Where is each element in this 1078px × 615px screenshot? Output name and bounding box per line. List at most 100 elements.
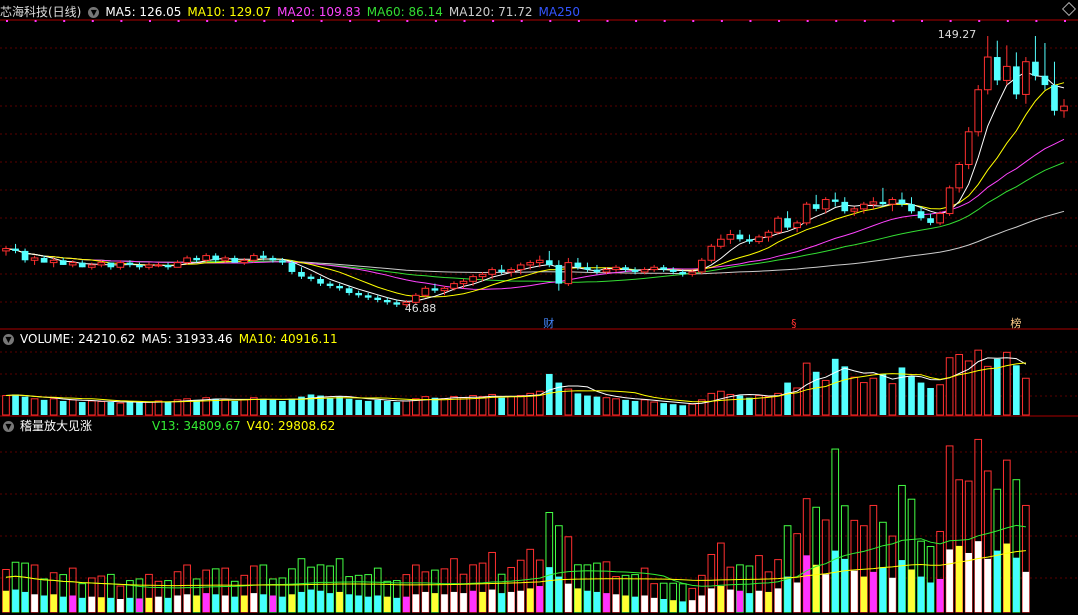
volume-bar — [249, 397, 258, 416]
candle-body — [669, 269, 677, 272]
indicator-bar — [746, 593, 753, 612]
candle-body — [898, 199, 906, 205]
candle-body — [717, 238, 725, 247]
volume-bar — [402, 400, 411, 416]
indicator-bar — [50, 594, 57, 612]
indicator-bar — [59, 596, 67, 612]
event-marker: 榜 — [1010, 316, 1021, 330]
indicator-bar — [574, 588, 582, 612]
candle-body — [298, 271, 305, 277]
indicator-bar — [164, 597, 172, 612]
candle-body — [888, 199, 897, 205]
volume-bar — [393, 402, 401, 415]
candle-body — [488, 269, 496, 275]
indicator-bar — [507, 591, 515, 612]
indicator-bar — [870, 571, 877, 612]
candle-body — [183, 257, 191, 264]
volume-bar — [888, 383, 897, 416]
indicator-bar — [12, 589, 19, 612]
volume-bar — [231, 400, 239, 415]
indicator-bar — [221, 595, 229, 612]
indicator-bar — [784, 576, 791, 612]
ma60-label: MA60: 86.14 — [366, 5, 443, 19]
volume-bar — [288, 398, 296, 415]
signal-dot — [749, 20, 752, 22]
candle-body — [622, 267, 629, 270]
indicator-bar — [803, 555, 810, 612]
volume-bar — [831, 358, 839, 415]
volume-bar — [688, 403, 697, 416]
candle-body — [154, 264, 163, 267]
indicator-bar — [412, 594, 420, 612]
indicator-bar — [136, 598, 143, 612]
indicator-bar — [193, 595, 200, 612]
candle-body — [879, 201, 887, 205]
indicator-bar — [717, 586, 725, 612]
indicator-bar — [993, 550, 1001, 612]
candle-body — [774, 217, 782, 233]
candle-body — [526, 262, 535, 266]
candle-body — [364, 295, 372, 298]
volume-bar — [622, 399, 629, 415]
signal-dot — [1035, 20, 1038, 22]
volume-bar — [574, 393, 582, 415]
indicator-bar — [555, 576, 563, 612]
indicator-bar — [364, 596, 372, 612]
indicator-bar — [393, 597, 401, 612]
candle-body — [507, 269, 516, 273]
indicator-bar — [641, 595, 648, 612]
candle-body — [974, 89, 983, 133]
candle-body — [602, 269, 611, 273]
candle-body — [535, 259, 544, 264]
volume-bar — [68, 399, 77, 416]
candle-body — [173, 262, 182, 268]
candle-body — [945, 187, 954, 215]
indicator-bar — [231, 596, 239, 612]
indicator-bar — [260, 594, 267, 612]
indicator-bar — [2, 590, 10, 612]
indicator-bar — [584, 590, 591, 612]
chevron-down-icon[interactable]: ▼ — [3, 421, 14, 432]
chevron-down-icon[interactable]: ▼ — [3, 334, 14, 345]
candle-body — [355, 292, 363, 296]
ma5-label: MA5: 126.05 — [105, 5, 182, 19]
indicator-bar — [517, 590, 525, 612]
candle-body — [707, 245, 716, 261]
candle-body — [307, 276, 315, 279]
indicator-bar — [31, 594, 38, 612]
volume-bar — [374, 399, 382, 415]
candle-body — [431, 288, 439, 291]
volume-bar — [364, 400, 372, 415]
candle-body — [927, 218, 934, 223]
volume-bar — [345, 398, 353, 415]
candle-body — [1051, 85, 1058, 111]
signal-dot — [978, 20, 981, 22]
volume-bar — [145, 401, 153, 416]
indicator-bar — [946, 549, 953, 612]
ma20-label: MA20: 109.83 — [277, 5, 361, 19]
volume-bar — [431, 397, 439, 415]
volume-bar — [269, 399, 277, 415]
candle-body — [459, 280, 468, 285]
volume-bar — [746, 397, 753, 415]
volume-bar — [841, 366, 849, 415]
candle-body — [821, 199, 830, 210]
candle-body — [640, 269, 649, 273]
indicator-bar — [498, 593, 505, 612]
candle-body — [555, 264, 563, 284]
candle-body — [49, 259, 58, 264]
indicator-bar — [336, 591, 343, 612]
volume-bar — [87, 400, 96, 416]
volume-bar — [660, 403, 668, 415]
indicator-bar — [841, 558, 849, 612]
volume-bar — [49, 398, 58, 416]
chevron-down-icon[interactable]: ▼ — [88, 7, 100, 18]
candle-body — [660, 267, 668, 270]
indicator-bar — [307, 589, 315, 612]
indicator-bar — [88, 596, 96, 612]
indicator-bar — [631, 596, 639, 612]
volume-bar — [1002, 351, 1011, 416]
volume-bar — [650, 401, 658, 416]
volume-bar — [974, 349, 983, 416]
volume-bar — [736, 395, 744, 415]
